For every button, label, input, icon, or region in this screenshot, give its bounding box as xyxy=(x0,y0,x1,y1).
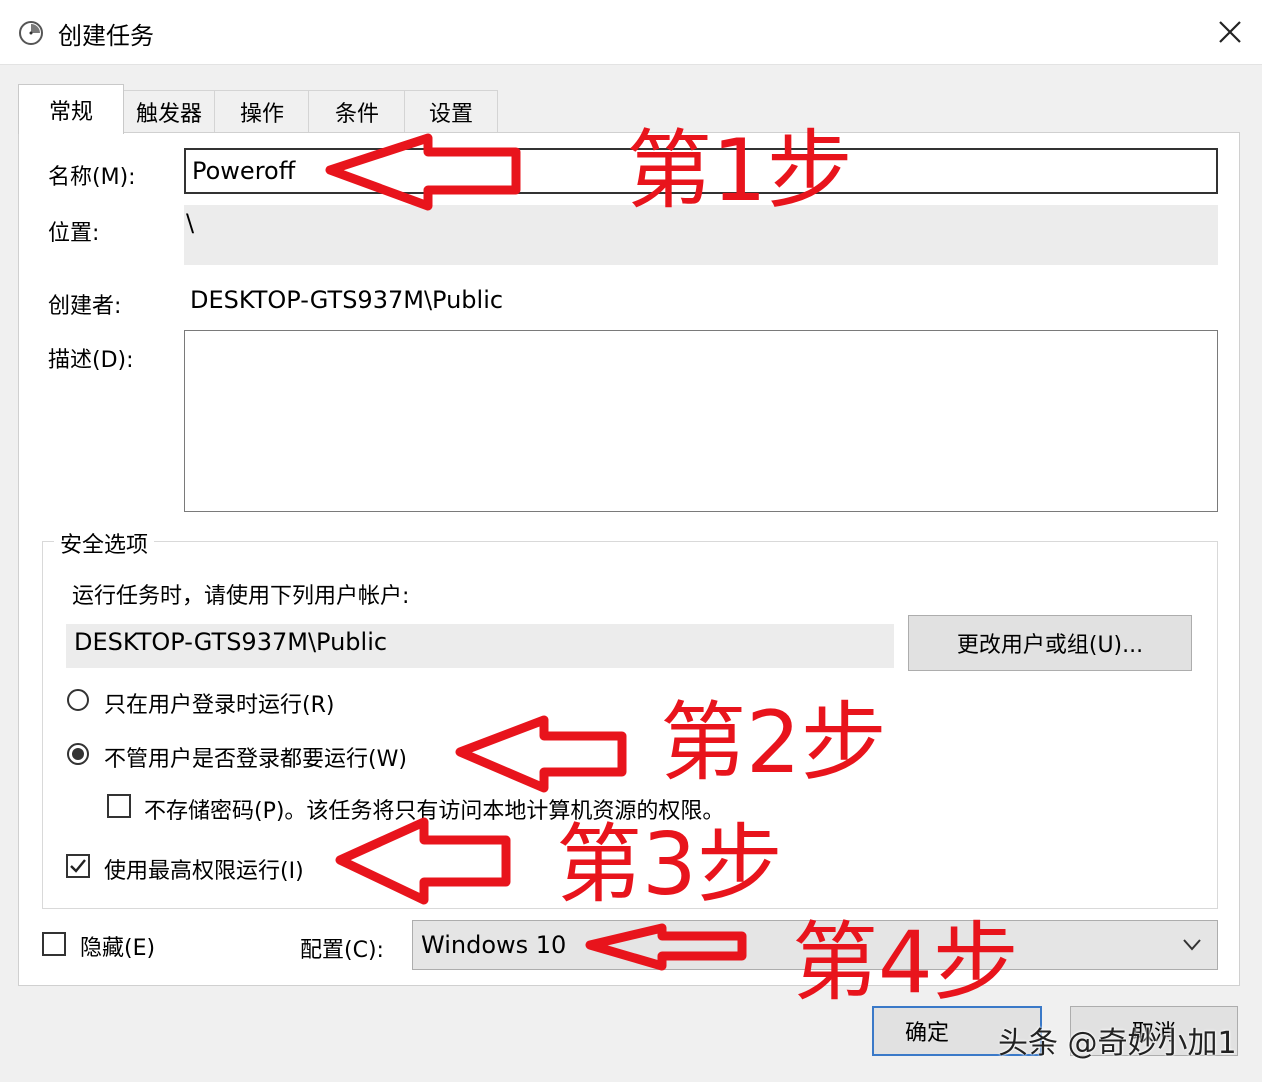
step3-arrow-icon xyxy=(335,817,511,905)
step2-annotation: 第2步 xyxy=(660,693,887,793)
step4-annotation: 第4步 xyxy=(792,913,1019,1013)
step1-annotation: 第1步 xyxy=(626,121,853,221)
step2-arrow-icon xyxy=(455,715,627,793)
watermark: 头条 @奇妙小加1 xyxy=(998,1026,1237,1061)
tab-general[interactable]: 常规 xyxy=(18,84,124,134)
step3-annotation: 第3步 xyxy=(556,815,783,915)
step1-arrow-icon xyxy=(325,133,521,211)
step4-arrow-icon xyxy=(585,923,747,971)
